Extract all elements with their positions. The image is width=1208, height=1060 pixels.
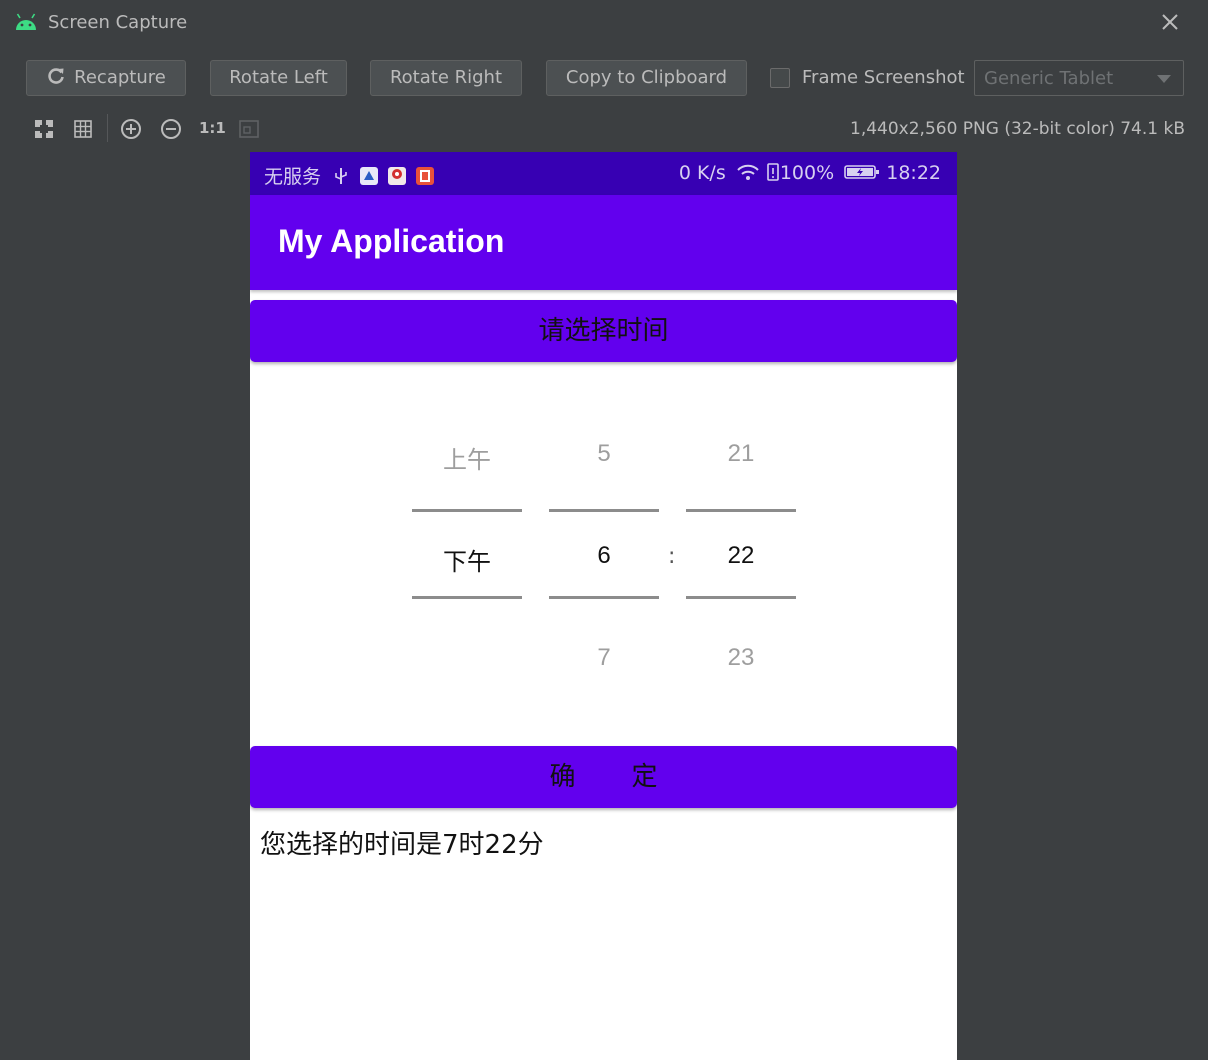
minute-below: 23 (727, 644, 755, 671)
close-icon[interactable] (1158, 10, 1182, 34)
status-left: 无服务 (264, 162, 435, 189)
spinner-divider (686, 509, 796, 512)
hour-selected: 6 (597, 542, 611, 569)
spinner-divider (549, 596, 659, 599)
capture-toolbar: Recapture Rotate Left Rotate Right Copy … (0, 58, 1208, 98)
device-frame-select-value: Generic Tablet (984, 68, 1114, 89)
status-right: 0 K/s 100% 18:22 (679, 162, 941, 184)
ampm-above: 上午 (443, 447, 491, 474)
recapture-label: Recapture (74, 67, 166, 88)
image-info: 1,440x2,560 PNG (32-bit color) 74.1 kB (850, 119, 1185, 139)
title-bar: Screen Capture (0, 0, 1208, 46)
spinner-divider (412, 509, 522, 512)
wifi-icon (737, 164, 759, 180)
recapture-button[interactable]: Recapture (26, 60, 186, 96)
rotate-left-button[interactable]: Rotate Left (210, 60, 347, 96)
confirm-button[interactable]: 确定 (250, 746, 957, 808)
book-notification-icon (416, 166, 435, 185)
minute-spinner[interactable]: 21 22 23 (686, 412, 796, 672)
app-bar: My Application (250, 195, 957, 290)
spinner-divider (412, 596, 522, 599)
map-notification-icon (388, 166, 407, 185)
actual-size-button[interactable]: 1:1 (199, 119, 226, 137)
spinner-divider (686, 596, 796, 599)
zoom-in-icon[interactable] (120, 118, 142, 140)
screenshot-preview: 无服务 0 K/s 100% 18:22 My Application 请选择时… (250, 152, 957, 1060)
hour-below: 7 (597, 644, 611, 671)
android-icon (16, 13, 36, 30)
minute-above: 21 (727, 440, 755, 467)
notification-alert-icon (767, 162, 779, 181)
frame-screenshot-checkbox[interactable] (770, 68, 790, 88)
window-title: Screen Capture (48, 12, 188, 33)
time-separator: : (668, 544, 676, 569)
no-service-text: 无服务 (264, 166, 322, 188)
toolbar-divider (107, 114, 108, 142)
screen-capture-dialog: Screen Capture Recapture Rotate Left Rot… (0, 0, 1208, 1060)
hour-spinner[interactable]: 5 6 7 (549, 412, 659, 672)
spinner-divider (549, 509, 659, 512)
device-status-bar: 无服务 0 K/s 100% 18:22 (250, 152, 957, 195)
battery-charging-icon (844, 164, 880, 179)
selected-time-result: 您选择的时间是7时22分 (260, 830, 544, 860)
battery-percent: 100% (779, 162, 835, 184)
grid-icon[interactable] (72, 118, 94, 140)
usb-icon (335, 167, 347, 184)
network-speed: 0 K/s (678, 162, 726, 184)
hour-above: 5 (597, 440, 611, 467)
fit-screen-icon (239, 120, 259, 138)
minute-selected: 22 (727, 542, 755, 569)
ampm-selected: 下午 (443, 549, 491, 576)
ampm-spinner[interactable]: 上午 下午 (412, 412, 522, 672)
copy-to-clipboard-button[interactable]: Copy to Clipboard (546, 60, 747, 96)
zoom-to-fit-icon[interactable] (33, 118, 55, 140)
zoom-out-icon[interactable] (160, 118, 182, 140)
device-frame-select[interactable]: Generic Tablet (974, 60, 1184, 96)
frame-screenshot-label: Frame Screenshot (802, 67, 965, 88)
refresh-icon (48, 68, 64, 84)
app-notification-icon (360, 166, 379, 185)
view-controls: 1:1 1,440x2,560 PNG (32-bit color) 74.1 … (0, 112, 1208, 146)
status-time: 18:22 (886, 162, 941, 184)
chevron-down-icon (1157, 75, 1171, 83)
pick-time-button[interactable]: 请选择时间 (250, 300, 957, 362)
rotate-right-button[interactable]: Rotate Right (370, 60, 522, 96)
app-title: My Application (278, 223, 505, 259)
